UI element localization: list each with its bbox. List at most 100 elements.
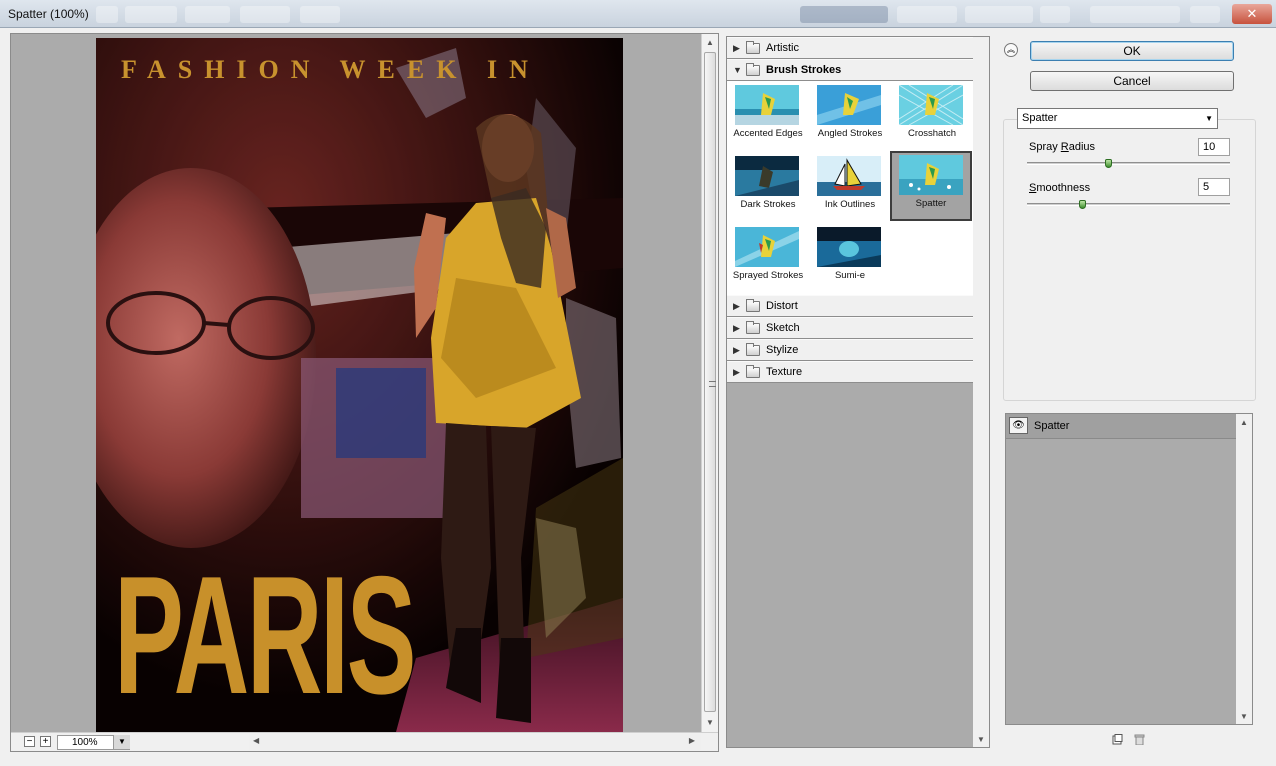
folder-icon (746, 365, 760, 378)
thumbnail-image (817, 85, 881, 125)
thumbnail-label: Ink Outlines (824, 199, 876, 210)
ok-button[interactable]: OK (1030, 41, 1234, 61)
close-icon[interactable]: ✕ (1232, 4, 1272, 24)
filter-select[interactable]: Spatter ▼ (1017, 108, 1218, 129)
new-effect-layer-icon[interactable] (1112, 734, 1123, 745)
category-brush-strokes[interactable]: ▼ Brush Strokes (727, 59, 973, 81)
spray-radius-slider-thumb[interactable] (1105, 159, 1113, 168)
category-distort[interactable]: ▶ Distort (727, 295, 973, 317)
folder-icon (746, 321, 760, 334)
category-stylize[interactable]: ▶ Stylize (727, 339, 973, 361)
expand-arrow-icon[interactable]: ▶ (733, 323, 740, 334)
window-title: Spatter (100%) (8, 7, 89, 21)
blurred-window-control (1190, 6, 1220, 23)
smoothness-slider-thumb[interactable] (1078, 200, 1086, 209)
effect-layers-panel: 👁 Spatter ▲ ▼ (1005, 413, 1253, 725)
blurred-toolbar-item (185, 6, 230, 23)
zoom-level-value: 100% (72, 737, 98, 748)
blurred-workspace-tab (1040, 6, 1070, 23)
browser-scrollbar[interactable]: ▼ (973, 37, 989, 747)
zoom-in-button[interactable]: + (40, 736, 51, 747)
trash-icon[interactable] (1134, 734, 1145, 746)
preview-vertical-scrollbar[interactable]: ▲ ▼ (701, 34, 718, 734)
filter-thumb-accented-edges[interactable]: Accented Edges (727, 81, 809, 151)
scroll-right-arrow-icon[interactable]: ▶ (689, 736, 695, 745)
filter-thumb-sprayed-strokes[interactable]: Sprayed Strokes (727, 223, 809, 293)
thumbnail-label: Sprayed Strokes (732, 270, 804, 281)
cancel-button[interactable]: Cancel (1030, 71, 1234, 91)
filter-thumb-ink-outlines[interactable]: Ink Outlines (809, 152, 891, 222)
blurred-toolbar-item (96, 6, 118, 23)
scroll-up-arrow-icon[interactable]: ▲ (706, 38, 714, 47)
filter-thumb-crosshatch[interactable]: Crosshatch (891, 81, 973, 151)
smoothness-input[interactable]: 5 (1198, 178, 1230, 196)
collapse-arrow-icon[interactable]: ▼ (733, 65, 742, 75)
filter-select-value: Spatter (1022, 112, 1058, 124)
filter-thumb-angled-strokes[interactable]: Angled Strokes (809, 81, 891, 151)
preview-horizontal-scrollbar[interactable]: ◀ ▶ (249, 734, 701, 750)
preview-panel: FASHION WEEK IN PARIS ▲ ▼ − + 100% ▼ ◀ ▶ (10, 33, 719, 752)
preview-image[interactable]: FASHION WEEK IN PARIS (96, 38, 623, 732)
zoom-dropdown-icon[interactable]: ▼ (113, 735, 130, 749)
blurred-workspace-tab (800, 6, 888, 23)
filter-thumbnails: Accented Edges Angled Strokes Crosshatch… (727, 81, 973, 295)
filter-thumb-sumi-e[interactable]: Sumi-e (809, 223, 891, 293)
blurred-toolbar-item (300, 6, 340, 23)
thumbnail-image (735, 85, 799, 125)
preview-status-bar: − + 100% ▼ ◀ ▶ (11, 732, 718, 751)
preview-scroll-thumb[interactable] (704, 52, 716, 712)
eye-icon[interactable]: 👁 (1009, 417, 1028, 434)
spray-radius-input[interactable]: 10 (1198, 138, 1230, 156)
folder-icon (746, 343, 760, 356)
scroll-down-arrow-icon[interactable]: ▼ (977, 735, 985, 744)
blurred-workspace-tab (897, 6, 957, 23)
filter-thumb-dark-strokes[interactable]: Dark Strokes (727, 152, 809, 222)
category-label: Artistic (766, 42, 799, 54)
scroll-up-arrow-icon[interactable]: ▲ (1240, 418, 1248, 427)
spray-radius-slider[interactable] (1027, 162, 1230, 165)
blurred-search-field (1090, 6, 1180, 23)
category-label: Brush Strokes (766, 64, 842, 76)
effect-layer-row[interactable]: 👁 Spatter (1006, 414, 1237, 439)
open-folder-icon (746, 63, 760, 76)
thumbnail-label: Angled Strokes (817, 128, 883, 139)
category-label: Distort (766, 300, 798, 312)
scroll-left-arrow-icon[interactable]: ◀ (253, 736, 259, 745)
thumbnail-image (735, 227, 799, 267)
thumbnail-image (817, 156, 881, 196)
category-artistic[interactable]: ▶ Artistic (727, 37, 973, 59)
filter-thumb-spatter[interactable]: Spatter (890, 151, 972, 221)
scroll-down-arrow-icon[interactable]: ▼ (1240, 712, 1248, 721)
preview-paris-text: PARIS (114, 541, 414, 729)
thumbnail-label: Dark Strokes (740, 199, 796, 210)
scroll-down-arrow-icon[interactable]: ▼ (706, 718, 714, 727)
thumbnail-image (899, 85, 963, 125)
zoom-out-button[interactable]: − (24, 736, 35, 747)
category-label: Texture (766, 366, 803, 378)
chevron-down-icon: ▼ (1205, 114, 1213, 123)
expand-arrow-icon[interactable]: ▶ (733, 367, 740, 378)
thumbnail-label: Spatter (915, 198, 947, 209)
category-sketch[interactable]: ▶ Sketch (727, 317, 973, 339)
double-chevron-up-icon[interactable]: ︽ (1004, 43, 1018, 57)
expand-arrow-icon[interactable]: ▶ (733, 301, 740, 312)
blurred-toolbar-item (240, 6, 290, 23)
thumbnail-label: Accented Edges (733, 128, 803, 139)
preview-banner-text: FASHION WEEK IN (121, 55, 540, 84)
expand-arrow-icon[interactable]: ▶ (733, 43, 740, 54)
thumbnail-label: Sumi-e (834, 270, 866, 281)
folder-icon (746, 41, 760, 54)
effect-layer-name: Spatter (1034, 420, 1070, 432)
thumbnail-image (735, 156, 799, 196)
grip-icon (709, 381, 716, 387)
smoothness-slider[interactable] (1027, 203, 1230, 206)
expand-arrow-icon[interactable]: ▶ (733, 345, 740, 356)
layers-scrollbar[interactable]: ▲ ▼ (1236, 414, 1252, 724)
folder-icon (746, 299, 760, 312)
title-bar: Spatter (100%) ✕ (0, 0, 1276, 28)
preview-artwork: FASHION WEEK IN PARIS (96, 38, 623, 732)
category-texture[interactable]: ▶ Texture (727, 361, 973, 383)
thumbnail-image (899, 155, 963, 195)
smoothness-label: Smoothness (1029, 182, 1091, 194)
filter-gallery-browser: ▶ Artistic ▼ Brush Strokes Accented Edge… (726, 36, 990, 748)
